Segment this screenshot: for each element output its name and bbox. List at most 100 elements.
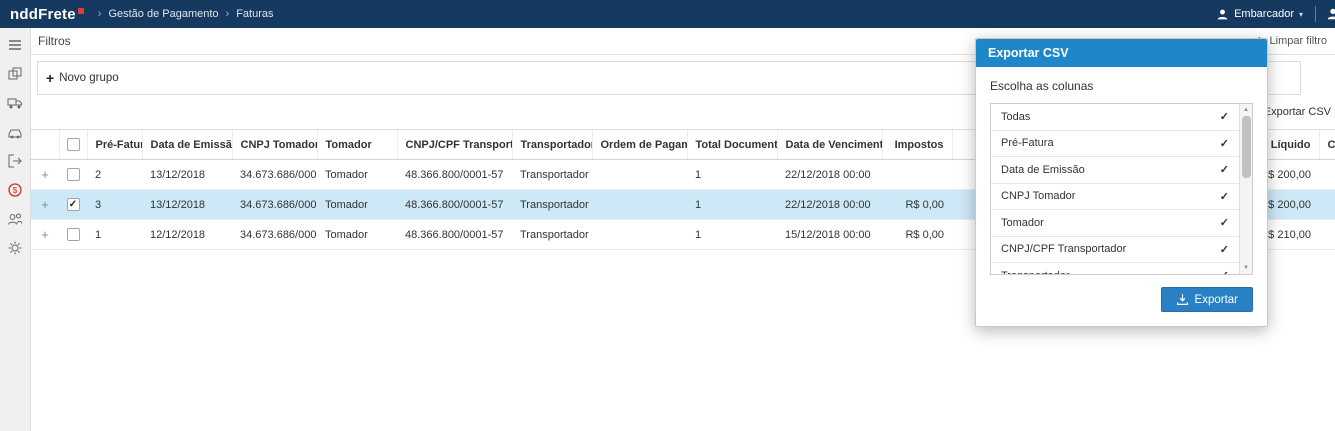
scroll-down-icon[interactable]: ▼ [1243, 264, 1249, 272]
clear-filter-label: Limpar filtro [1269, 35, 1327, 47]
col-header-cnpj-tomador[interactable]: CNPJ Tomador [231, 129, 317, 160]
export-button-label: Exportar [1194, 293, 1238, 306]
documents-icon[interactable] [2, 61, 28, 87]
cell-ordem-pagamento [592, 219, 687, 250]
col-header-data-vencimento[interactable]: Data de Vencimento [776, 129, 882, 160]
check-icon: ✓ [1219, 217, 1229, 230]
check-icon: ✓ [1219, 111, 1229, 124]
breadcrumb-gestao-de-pagamento[interactable]: Gestão de Pagamento [108, 8, 218, 20]
modal-footer: Exportar [990, 287, 1253, 312]
user-icon [1216, 8, 1229, 21]
column-options-list: Todas ✓ Pré-Fatura ✓ Data de Emissão ✓ C… [990, 103, 1253, 275]
check-icon: ✓ [68, 198, 78, 210]
menu-toggle-icon[interactable] [2, 32, 28, 58]
secondary-user-menu[interactable] [1316, 7, 1335, 21]
cell-data-emissao: 13/12/2018 [142, 189, 232, 220]
new-group-label: Novo grupo [59, 72, 119, 84]
cell-tomador: Tomador [317, 159, 397, 190]
select-all-checkbox[interactable]: ✓ [66, 138, 80, 151]
col-header-impostos[interactable]: Impostos [881, 129, 952, 160]
cell-total-documentos: 1 [687, 219, 777, 250]
cell-ordem-pagamento [592, 159, 687, 190]
download-icon [1176, 293, 1189, 306]
options-scrollbar[interactable]: ▲ ▼ [1239, 104, 1252, 274]
scrollbar-thumb[interactable] [1241, 116, 1251, 178]
modal-body: Escolha as colunas Todas ✓ Pré-Fatura ✓ … [976, 67, 1267, 326]
column-option-todas[interactable]: Todas ✓ [991, 104, 1239, 131]
modal-subtitle: Escolha as colunas [990, 79, 1094, 93]
check-icon: ✓ [1220, 269, 1229, 274]
cell-cobranca [1319, 159, 1335, 190]
cell-impostos [882, 159, 952, 190]
cell-cobranca [1319, 219, 1335, 250]
user-menu-label: Embarcador [1234, 8, 1294, 20]
cell-transportador: Transportador [512, 219, 592, 250]
cell-cnpj-cpf-transportador: 48.366.800/0001-57 [397, 189, 512, 220]
col-header-cobranca[interactable]: Cobrança [1318, 129, 1335, 160]
truck-icon[interactable] [2, 90, 28, 116]
check-icon: ✓ [1219, 190, 1229, 203]
chevron-right-icon: › [225, 8, 230, 20]
plus-icon: + [46, 70, 55, 86]
user-menu[interactable]: Embarcador ▾ [1204, 0, 1315, 28]
export-csv-modal: Exportar CSV Escolha as colunas Todas ✓ … [975, 38, 1268, 327]
check-icon: ✓ [1219, 243, 1229, 256]
cell-tomador: Tomador [317, 219, 397, 250]
filters-title: Filtros [38, 34, 71, 48]
col-header-pre-fatura[interactable]: Pré-Fatura [86, 129, 142, 160]
cell-impostos: R$ 0,00 [882, 219, 952, 250]
cell-pre-fatura: 3 [87, 189, 142, 220]
col-header-transportador[interactable]: Transportador [511, 129, 592, 160]
col-header-tomador[interactable]: Tomador [316, 129, 397, 160]
cell-impostos: R$ 0,00 [882, 189, 952, 220]
column-option-tomador[interactable]: Tomador ✓ [991, 210, 1239, 237]
scrollbar-track[interactable] [1241, 116, 1251, 262]
new-group-button[interactable]: + Novo grupo [46, 71, 119, 85]
modal-title: Exportar CSV [988, 46, 1069, 60]
col-header-ordem-pagamento[interactable]: Ordem de Pagamento [591, 129, 687, 160]
chevron-down-icon: ▾ [1298, 9, 1303, 19]
column-option-cnpj-tomador[interactable]: CNPJ Tomador ✓ [991, 184, 1239, 210]
row-checkbox[interactable]: ✓ [66, 198, 80, 211]
expand-row-icon[interactable]: + [31, 197, 59, 212]
user-icon [1326, 7, 1335, 21]
svg-text:$: $ [13, 186, 18, 195]
topbar-right: Embarcador ▾ [1204, 0, 1335, 28]
expand-row-icon[interactable]: + [31, 227, 59, 242]
expand-row-icon[interactable]: + [31, 167, 59, 182]
column-option-transportador[interactable]: Transportador ✓ [991, 263, 1239, 274]
cell-data-vencimento: 15/12/2018 00:00 [777, 219, 882, 250]
cell-data-emissao: 13/12/2018 [142, 159, 232, 190]
chevron-right-icon: › [97, 8, 102, 20]
app-logo[interactable]: nddFrete [0, 6, 98, 23]
export-csv-label: Exportar CSV [1263, 106, 1331, 118]
col-header-cnpj-cpf-transportador[interactable]: CNPJ/CPF Transportador [396, 129, 512, 160]
cell-pre-fatura: 2 [87, 159, 142, 190]
users-icon[interactable] [2, 206, 28, 232]
cell-transportador: Transportador [512, 189, 592, 220]
row-checkbox[interactable]: ✓ [66, 228, 80, 241]
cell-total-documentos: 1 [687, 159, 777, 190]
cell-data-vencimento: 22/12/2018 00:00 [777, 159, 882, 190]
cell-transportador: Transportador [512, 159, 592, 190]
col-header-total-documentos[interactable]: Total Documentos [686, 129, 777, 160]
export-icon[interactable] [2, 148, 28, 174]
breadcrumb-faturas[interactable]: Faturas [236, 8, 273, 20]
column-option-data-de-emissao[interactable]: Data de Emissão ✓ [991, 157, 1239, 184]
vehicle-icon[interactable] [2, 119, 28, 145]
row-checkbox[interactable]: ✓ [66, 168, 80, 181]
cell-cnpj-cpf-transportador: 48.366.800/0001-57 [397, 219, 512, 250]
col-header-data-emissao[interactable]: Data de Emissão↓ [141, 129, 232, 160]
scroll-up-icon[interactable]: ▲ [1243, 106, 1249, 114]
settings-gear-icon[interactable] [2, 235, 28, 261]
column-options-scroll-area: Todas ✓ Pré-Fatura ✓ Data de Emissão ✓ C… [991, 104, 1239, 274]
column-option-cnpj-cpf-transportador[interactable]: CNPJ/CPF Transportador ✓ [991, 237, 1239, 263]
cell-cnpj-tomador: 34.673.686/0001-01 [232, 159, 317, 190]
export-button[interactable]: Exportar [1160, 287, 1253, 312]
cell-ordem-pagamento [592, 189, 687, 220]
payments-icon[interactable]: $ [2, 177, 28, 203]
cell-data-emissao: 12/12/2018 [142, 219, 232, 250]
app-window: nddFrete › Gestão de Pagamento › Faturas… [0, 0, 1335, 431]
expander-column-header [31, 129, 59, 160]
column-option-pre-fatura[interactable]: Pré-Fatura ✓ [991, 131, 1239, 157]
